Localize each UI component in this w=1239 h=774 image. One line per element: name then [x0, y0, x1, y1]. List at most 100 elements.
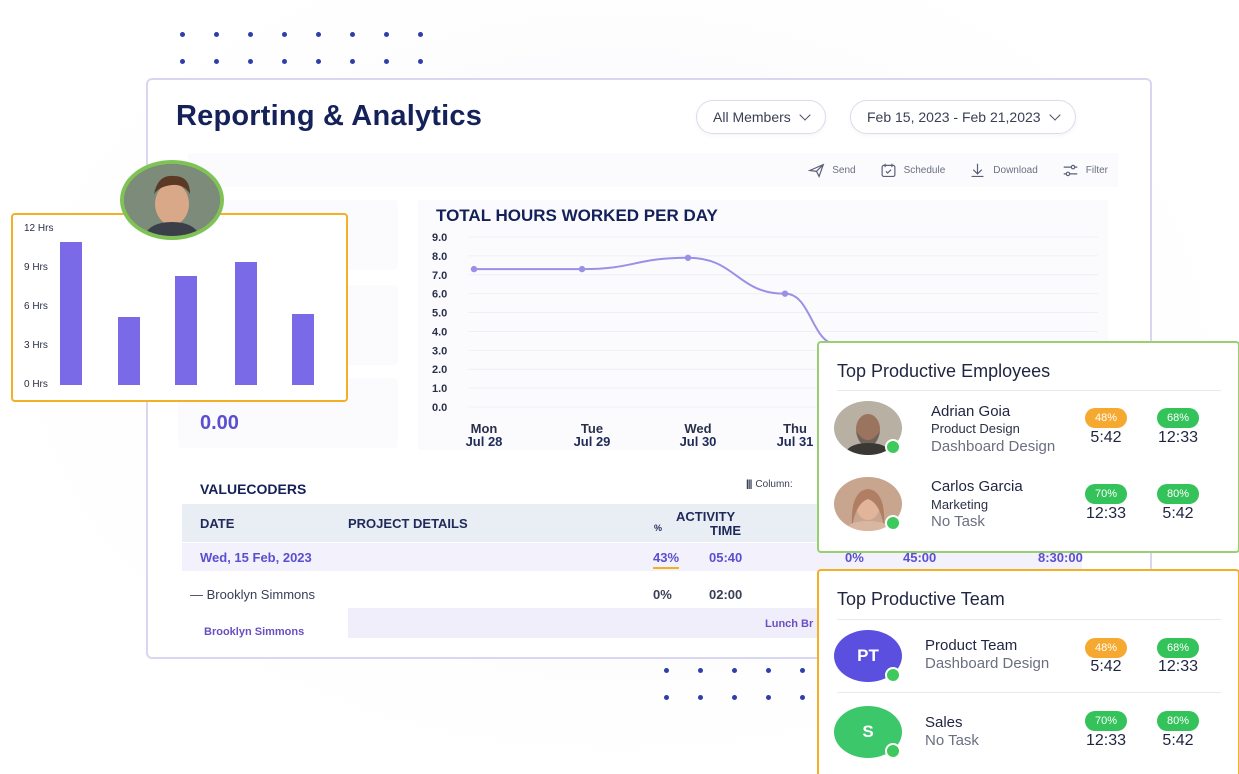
- download-button[interactable]: Download: [969, 162, 1038, 179]
- y-tick-label: 2.0: [432, 364, 447, 376]
- y-tick-label: 6.0: [432, 289, 447, 301]
- team-name: Product Team: [925, 637, 1018, 654]
- header-date: DATE: [200, 516, 235, 531]
- time-value: 12:33: [1085, 732, 1127, 749]
- columns-icon: |||: [746, 479, 752, 490]
- header-time: TIME: [710, 523, 742, 538]
- y-tick-label: 12 Hrs: [24, 223, 54, 234]
- online-status-icon: [885, 743, 901, 759]
- decorative-dots-bottom: [664, 668, 834, 700]
- send-label: Send: [832, 164, 856, 176]
- card-title: Top Productive Team: [837, 589, 1005, 609]
- employee-name: Carlos Garcia: [931, 478, 1023, 495]
- time-value: 5:42: [1090, 658, 1122, 675]
- calendar-icon: [881, 163, 896, 177]
- date-range-label: Feb 15, 2023 - Feb 21,2023: [867, 109, 1041, 125]
- productivity-badge: 48%: [1085, 638, 1127, 658]
- employee-role: Marketing: [931, 497, 989, 512]
- hours-bar-chart-card: 12 Hrs 9 Hrs 6 Hrs 3 Hrs 0 Hrs: [11, 213, 348, 402]
- top-employees-card: Top Productive Employees Adrian Goia Pro…: [817, 341, 1239, 553]
- team-task: Dashboard Design: [925, 655, 1050, 672]
- section-title: VALUECODERS: [200, 481, 307, 497]
- download-label: Download: [993, 164, 1038, 176]
- chevron-down-icon: [1048, 109, 1061, 121]
- x-tick-label: Jul 31: [777, 434, 814, 449]
- time-value: 5:42: [1090, 429, 1122, 446]
- y-tick-label: 0.0: [432, 402, 447, 414]
- y-tick-label: 8.0: [432, 251, 447, 263]
- header-activity: ACTIVITY: [676, 509, 736, 524]
- bar: [118, 317, 140, 385]
- activity-badge: 80%: [1157, 711, 1199, 731]
- divider: [837, 619, 1221, 620]
- productivity-badge: 48%: [1085, 408, 1127, 428]
- x-tick-label: Jul 28: [466, 434, 503, 449]
- data-point: [781, 290, 789, 297]
- bar-chart: 12 Hrs 9 Hrs 6 Hrs 3 Hrs 0 Hrs: [13, 215, 346, 400]
- y-tick-label: 3 Hrs: [24, 340, 48, 351]
- employee-name: Adrian Goia: [931, 403, 1011, 420]
- row-time: 05:40: [709, 550, 743, 565]
- send-button[interactable]: Send: [808, 162, 856, 179]
- stat-value: 0.00: [200, 412, 239, 434]
- row-percent: 0%: [653, 587, 672, 602]
- bar: [60, 242, 82, 385]
- person-photo-icon: [124, 164, 220, 236]
- chevron-down-icon: [799, 109, 811, 121]
- online-status-icon: [885, 439, 901, 455]
- y-tick-label: 9 Hrs: [24, 262, 48, 273]
- header-percent: %: [654, 523, 663, 533]
- members-dropdown-label: All Members: [713, 109, 791, 125]
- row-time: 02:00: [709, 587, 743, 602]
- bar: [175, 275, 197, 385]
- productivity-badge: 70%: [1085, 484, 1127, 504]
- y-tick-label: 0 Hrs: [24, 379, 48, 390]
- page-title: Reporting & Analytics: [176, 100, 483, 132]
- activity-badge: 68%: [1157, 408, 1199, 428]
- employee-task: No Task: [931, 513, 985, 530]
- divider: [837, 692, 1221, 693]
- data-point: [470, 265, 478, 273]
- column-button[interactable]: ||| Column:: [746, 479, 793, 490]
- activity-badge: 68%: [1157, 638, 1199, 658]
- column-button-label: Column:: [755, 479, 793, 490]
- employee-task: Dashboard Design: [931, 438, 1056, 455]
- user-avatar: [120, 160, 224, 240]
- time-value: 5:42: [1162, 505, 1194, 522]
- header-project: PROJECT DETAILS: [348, 516, 468, 531]
- y-tick-label: 3.0: [432, 345, 447, 357]
- top-team-card: Top Productive Team PT Product Team Dash…: [817, 569, 1239, 774]
- team-name: Sales: [925, 714, 963, 731]
- sliders-icon: [1063, 164, 1078, 176]
- data-point: [578, 265, 586, 273]
- filter-label: Filter: [1085, 164, 1108, 176]
- row-percent: 43%: [653, 550, 680, 569]
- bar: [292, 313, 314, 385]
- decorative-dots-top: [180, 32, 452, 64]
- members-dropdown[interactable]: All Members: [696, 100, 826, 134]
- data-point: [684, 254, 692, 261]
- online-status-icon: [885, 515, 901, 531]
- schedule-button[interactable]: Schedule: [880, 162, 946, 179]
- time-value: 12:33: [1157, 429, 1199, 446]
- y-tick-label: 9.0: [432, 232, 447, 244]
- y-tick-label: 5.0: [432, 308, 447, 320]
- schedule-label: Schedule: [903, 164, 946, 176]
- date-range-dropdown[interactable]: Feb 15, 2023 - Feb 21,2023: [850, 100, 1076, 134]
- productivity-badge: 70%: [1085, 711, 1127, 731]
- team-task: No Task: [925, 732, 979, 749]
- filter-button[interactable]: Filter: [1062, 162, 1108, 179]
- y-tick-label: 7.0: [432, 270, 447, 282]
- activity-badge: 80%: [1157, 484, 1199, 504]
- download-icon: [971, 163, 984, 177]
- row-date: Wed, 15 Feb, 2023: [200, 550, 312, 565]
- online-status-icon: [885, 667, 901, 683]
- y-tick-label: 4.0: [432, 326, 447, 338]
- x-tick-label: Jul 29: [574, 434, 611, 449]
- y-tick-label: 1.0: [432, 383, 447, 395]
- send-icon: [808, 162, 825, 178]
- divider: [837, 390, 1221, 391]
- y-tick-label: 6 Hrs: [24, 301, 48, 312]
- card-title: Top Productive Employees: [837, 361, 1051, 381]
- sub-row-label: Brooklyn Simmons: [204, 626, 305, 638]
